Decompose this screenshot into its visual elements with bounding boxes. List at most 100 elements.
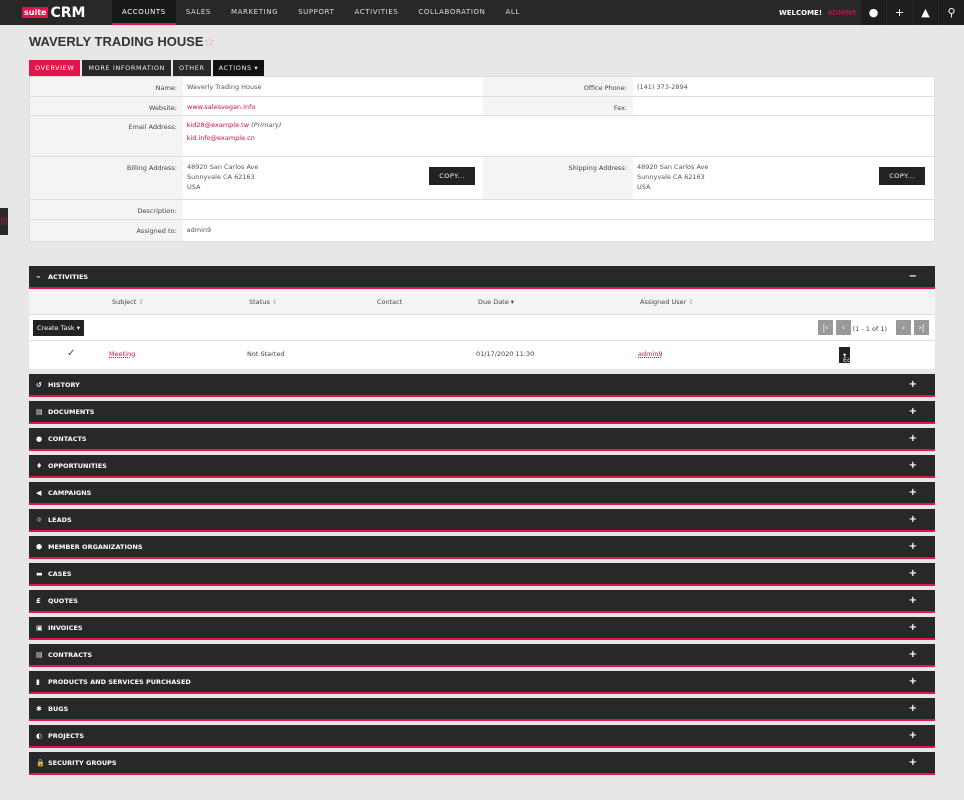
member-organizations-icon: ⬢: [36, 542, 43, 551]
fax-label: Fax:: [483, 97, 633, 115]
security-groups-icon: 🔒: [36, 758, 45, 767]
create-task-button[interactable]: Create Task ▾: [33, 320, 85, 336]
tab-other[interactable]: OTHER: [173, 60, 211, 76]
subpanel-invoices: ▣ INVOICES +: [29, 617, 935, 640]
subpanel-header[interactable]: ● CONTACTS +: [29, 428, 935, 451]
subpanel-header[interactable]: ▮ PRODUCTS AND SERVICES PURCHASED +: [29, 671, 935, 694]
leads-icon: ☼: [36, 515, 43, 524]
subpanel-header[interactable]: ⬢ MEMBER ORGANIZATIONS +: [29, 536, 935, 559]
subpanel-header[interactable]: ◀ CAMPAIGNS +: [29, 482, 935, 505]
subpanel-header[interactable]: 🔒 SECURITY GROUPS +: [29, 752, 935, 775]
subpanel-header[interactable]: ▬ CASES +: [29, 563, 935, 586]
nav-support[interactable]: SUPPORT: [288, 0, 344, 25]
subpanel-title: OPPORTUNITIES: [48, 461, 107, 470]
tab-more-information[interactable]: MORE INFORMATION: [82, 60, 172, 76]
last-page-button[interactable]: ›|: [914, 320, 929, 335]
sidebar-toggle-handle[interactable]: |||: [0, 208, 8, 235]
subpanel-security-groups: 🔒 SECURITY GROUPS +: [29, 752, 935, 775]
user-name-link[interactable]: ADMIN9: [828, 9, 856, 17]
subpanel-header[interactable]: ▤ CONTRACTS +: [29, 644, 935, 667]
expand-icon[interactable]: +: [909, 514, 917, 525]
opportunities-icon: ♦: [36, 461, 43, 470]
subpanel-title: SECURITY GROUPS: [48, 758, 117, 767]
cases-icon: ▬: [36, 569, 43, 578]
record-title: WAVERLY TRADING HOUSE: [29, 34, 204, 49]
subpanel-title: MEMBER ORGANIZATIONS: [48, 542, 143, 551]
subpanel-header[interactable]: £ QUOTES +: [29, 590, 935, 613]
subject-link[interactable]: Meeting: [109, 350, 135, 358]
expand-icon[interactable]: +: [909, 676, 917, 687]
expand-icon[interactable]: +: [909, 460, 917, 471]
column-subject[interactable]: Subject ⇕: [112, 298, 144, 306]
tab-actions[interactable]: ACTIONS ▾: [212, 60, 265, 76]
fax-value: [633, 97, 933, 115]
shipping-label: Shipping Address:: [483, 157, 633, 199]
subpanel-header[interactable]: ↺ HISTORY +: [29, 374, 935, 397]
column-contact: Contact: [377, 298, 403, 306]
logo-suite: suite: [22, 7, 49, 18]
favorite-star-icon[interactable]: ☆: [204, 34, 216, 49]
website-label: Website:: [30, 97, 183, 115]
copy-billing-button[interactable]: COPY...: [429, 167, 475, 185]
column-assigned-user[interactable]: Assigned User ⇕: [640, 298, 694, 306]
nav-activities[interactable]: ACTIVITIES: [344, 0, 408, 25]
top-nav: suite CRM ACCOUNTS SALES MARKETING SUPPOR…: [0, 0, 964, 25]
email-primary-link[interactable]: kid28@example.tw: [187, 121, 249, 129]
expand-icon[interactable]: +: [909, 541, 917, 552]
expand-icon[interactable]: +: [909, 595, 917, 606]
copy-shipping-button[interactable]: COPY...: [879, 167, 925, 185]
subpanel-title: CONTRACTS: [48, 650, 93, 659]
assigned-value: admin9: [186, 226, 212, 234]
subpanel-header[interactable]: ◐ PROJECTS +: [29, 725, 935, 748]
subpanel-title: DOCUMENTS: [48, 407, 95, 416]
expand-icon[interactable]: +: [909, 649, 917, 660]
expand-icon[interactable]: +: [909, 757, 917, 768]
description-label: Description:: [30, 200, 183, 219]
edit-button[interactable]: Edit ▾: [839, 347, 856, 364]
billing-address: 48920 San Carlos Ave Sunnyvale CA 62163 …: [183, 157, 483, 199]
nav-collaboration[interactable]: COLLABORATION: [408, 0, 495, 25]
expand-icon[interactable]: +: [909, 730, 917, 741]
contracts-icon: ▤: [36, 650, 43, 659]
nav-sales[interactable]: SALES: [176, 0, 221, 25]
expand-icon[interactable]: +: [909, 433, 917, 444]
suitecrm-logo[interactable]: suite CRM: [22, 5, 112, 21]
activities-header[interactable]: ⌁ ACTIVITIES −: [29, 266, 935, 289]
plus-icon[interactable]: +: [887, 0, 912, 25]
nav-all[interactable]: ALL: [495, 0, 529, 25]
products-and-services-purchased-icon: ▮: [36, 677, 40, 686]
column-due-date[interactable]: Due Date ▾: [478, 298, 514, 306]
subpanel-header[interactable]: ▣ INVOICES +: [29, 617, 935, 640]
documents-icon: ▤: [36, 407, 43, 416]
expand-icon[interactable]: +: [909, 406, 917, 417]
expand-icon[interactable]: +: [909, 487, 917, 498]
column-status[interactable]: Status ⇕: [249, 298, 277, 306]
first-page-button[interactable]: |‹: [818, 320, 833, 335]
next-page-button[interactable]: ›: [896, 320, 911, 335]
bell-icon[interactable]: ▲: [913, 0, 938, 25]
phone-value[interactable]: (141) 373-2894: [633, 77, 933, 96]
subpanel-header[interactable]: ♦ OPPORTUNITIES +: [29, 455, 935, 478]
expand-icon[interactable]: +: [909, 379, 917, 390]
subpanel-header[interactable]: ▤ DOCUMENTS +: [29, 401, 935, 424]
search-icon[interactable]: ⚲: [939, 0, 964, 25]
assigned-user-link[interactable]: admin9: [638, 350, 663, 358]
expand-icon[interactable]: +: [909, 622, 917, 633]
expand-icon[interactable]: +: [909, 703, 917, 714]
website-link[interactable]: www.salesvegan.info: [183, 97, 483, 115]
prev-page-button[interactable]: ‹: [836, 320, 851, 335]
subpanel-title: CAMPAIGNS: [48, 488, 92, 497]
collapse-icon[interactable]: −: [909, 271, 917, 282]
subpanel-title: CONTACTS: [48, 434, 87, 443]
nav-accounts[interactable]: ACCOUNTS: [112, 0, 176, 25]
tab-overview[interactable]: OVERVIEW: [29, 60, 81, 76]
email-secondary-link[interactable]: kid.info@example.cn: [187, 132, 930, 145]
nav-marketing[interactable]: MARKETING: [221, 0, 288, 25]
phone-label: Office Phone:: [483, 77, 633, 96]
shipping-address: 48920 San Carlos Ave Sunnyvale CA 62163 …: [633, 157, 933, 199]
expand-icon[interactable]: +: [909, 568, 917, 579]
subpanel-header[interactable]: ☼ LEADS +: [29, 509, 935, 532]
subpanel-header[interactable]: ✱ BUGS +: [29, 698, 935, 721]
campaigns-icon: ◀: [36, 488, 42, 497]
user-icon[interactable]: ●: [861, 0, 886, 25]
